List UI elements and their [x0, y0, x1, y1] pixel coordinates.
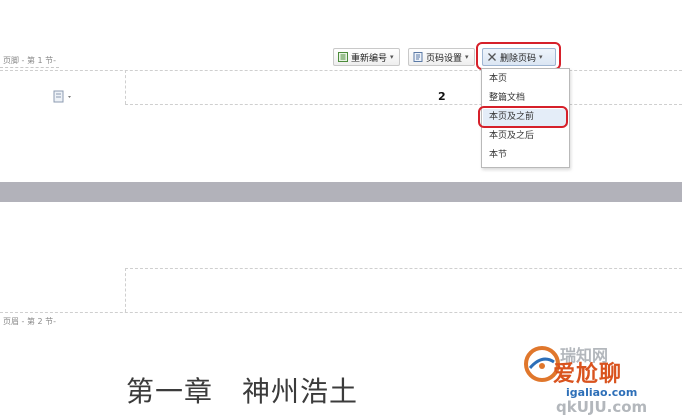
page-separator — [0, 182, 682, 202]
chevron-down-icon: ▾ — [539, 53, 543, 61]
delete-page-number-button[interactable]: 删除页码 ▾ — [482, 48, 556, 66]
footer-top-border — [0, 70, 682, 71]
word-editor-page: 页脚 - 第 1 节- 重新编号 ▾ 页码设置 ▾ 删除页码 ▾ 2 本页 整篇… — [0, 0, 682, 418]
menu-item-this-page[interactable]: 本页 — [483, 71, 568, 88]
menu-item-whole-document[interactable]: 整篇文档 — [483, 90, 568, 107]
watermark-bottom-text: qkUJU.com — [556, 398, 648, 416]
header-left-border — [125, 268, 126, 312]
watermark-brand-text: 爱尬聊 — [553, 362, 623, 387]
footer-section-label: 页脚 - 第 1 节- — [0, 54, 60, 68]
renumber-button[interactable]: 重新编号 ▾ — [333, 48, 400, 66]
menu-item-this-section[interactable]: 本节 — [483, 147, 568, 164]
delete-page-number-menu: 本页 整篇文档 本页及之前 本页及之后 本节 — [481, 68, 570, 168]
page-settings-button[interactable]: 页码设置 ▾ — [408, 48, 475, 66]
header-section-label: 页眉 - 第 2 节- — [3, 317, 57, 326]
chevron-down-icon: ▾ — [465, 53, 469, 61]
chevron-down-icon: ▾ — [390, 53, 394, 61]
renumber-label: 重新编号 — [351, 53, 388, 64]
menu-item-this-page-and-after[interactable]: 本页及之后 — [483, 128, 568, 145]
page-settings-icon — [413, 52, 423, 62]
document-icon[interactable] — [53, 89, 75, 103]
header-bottom-border — [0, 312, 682, 313]
close-x-icon — [487, 52, 497, 62]
page-settings-label: 页码设置 — [426, 53, 463, 64]
footer-bottom-border — [125, 104, 682, 105]
chapter-title: 第一章 神州浩土 — [126, 375, 359, 408]
header-top-border — [125, 268, 682, 269]
footer-left-border — [125, 70, 126, 104]
renumber-icon — [338, 52, 348, 62]
delete-page-number-label: 删除页码 — [500, 53, 537, 64]
menu-item-this-page-and-before[interactable]: 本页及之前 — [483, 109, 568, 126]
page-number[interactable]: 2 — [438, 90, 446, 103]
